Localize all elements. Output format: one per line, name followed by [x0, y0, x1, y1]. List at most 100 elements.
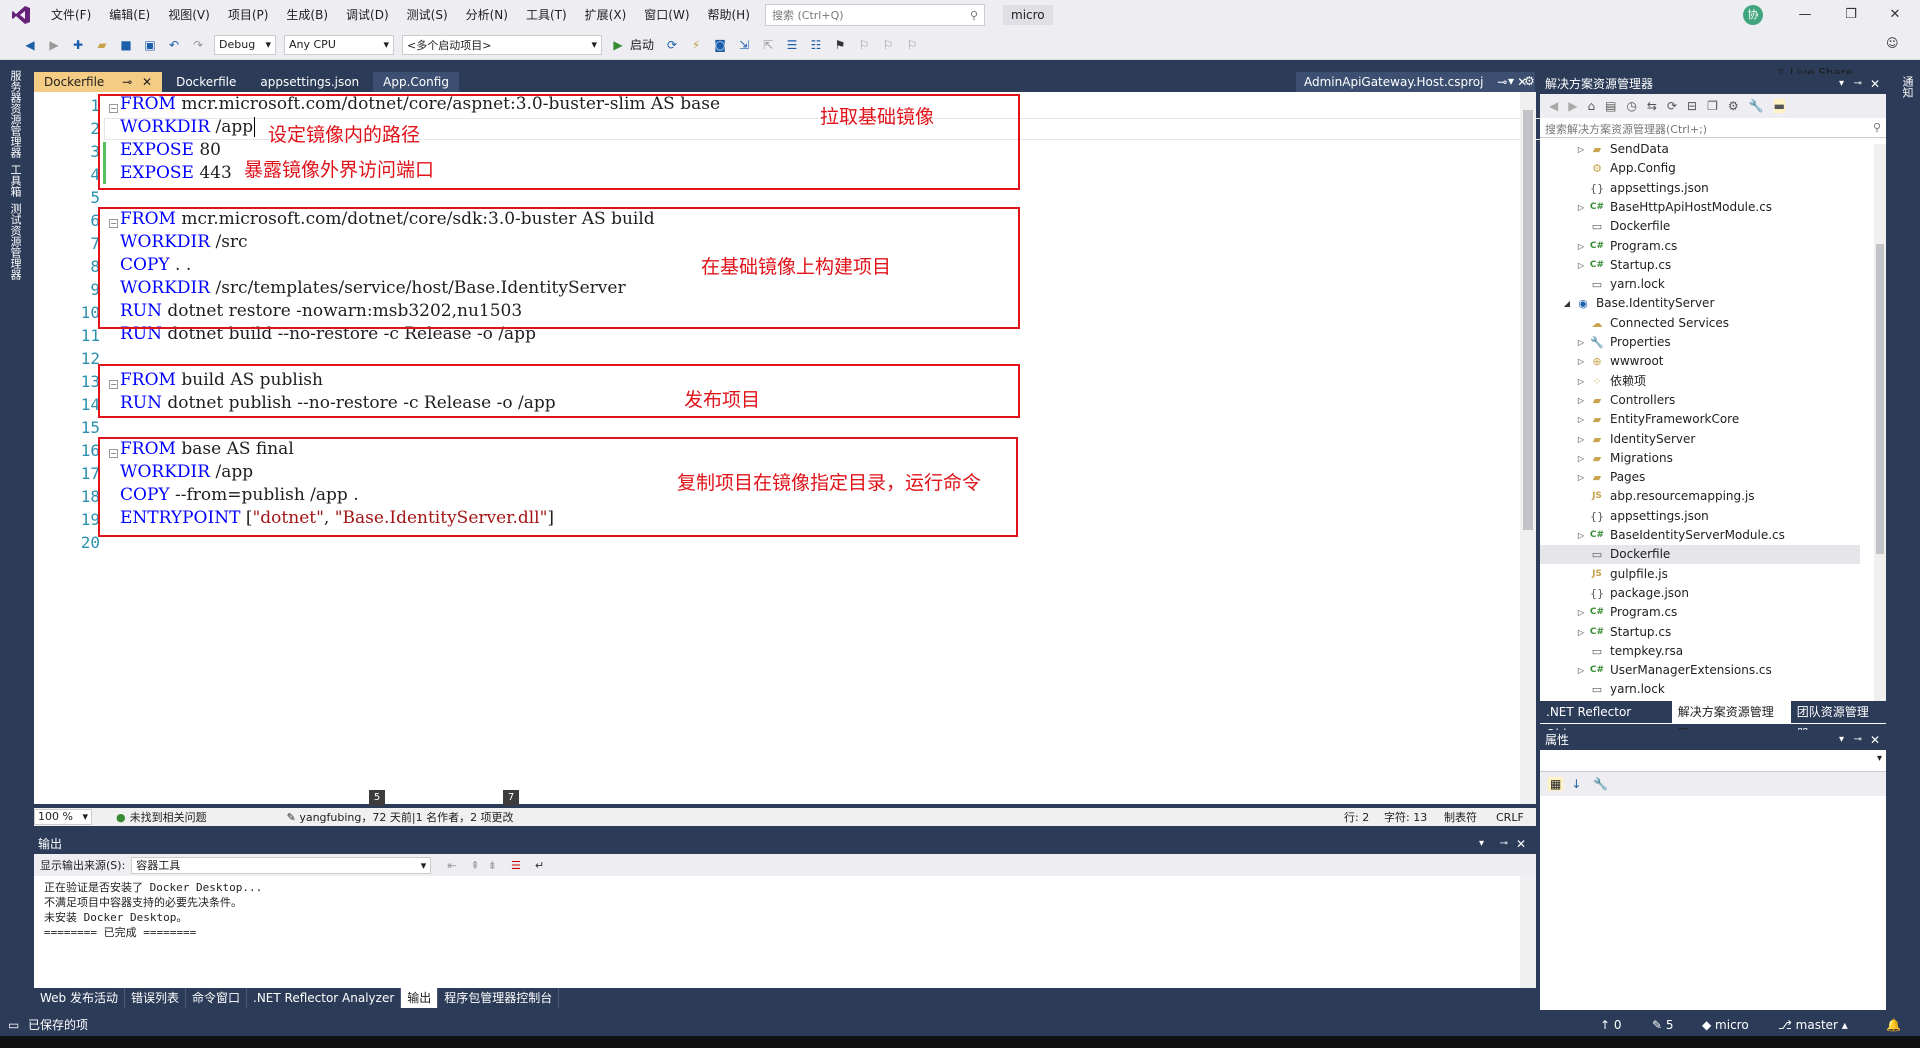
expand-arrow-icon[interactable]: ▷	[1574, 410, 1588, 429]
tab-command-window[interactable]: 命令窗口	[186, 988, 248, 1008]
close-icon[interactable]: ✕	[1870, 730, 1880, 750]
start-button[interactable]: 启动	[630, 36, 654, 53]
expand-arrow-icon[interactable]: ▷	[1574, 391, 1588, 410]
zoom-select[interactable]: 100 % ▾	[34, 809, 92, 825]
chevron-down-icon[interactable]: ▾	[1479, 834, 1484, 854]
repository[interactable]: ◆ micro	[1702, 1014, 1749, 1036]
expand-arrow-icon[interactable]: ▷	[1574, 256, 1588, 275]
wrench-icon[interactable]: 🔧	[1749, 99, 1764, 113]
tab-output[interactable]: 输出	[401, 988, 439, 1008]
show-all-files-icon[interactable]: ❐	[1707, 99, 1718, 113]
save-all-icon[interactable]: ▣	[140, 35, 160, 55]
expand-arrow-icon[interactable]: ▷	[1574, 430, 1588, 449]
feedback-icon[interactable]: ☺	[1886, 36, 1899, 50]
properties-object-select[interactable]: ▾	[1540, 750, 1886, 772]
branch[interactable]: ⎇ master ▴	[1778, 1014, 1848, 1036]
code-editor[interactable]: 1 2 3 4 5 6 7 8 9 10 11 12 13 14 15 16 1…	[34, 92, 1544, 804]
tree-item[interactable]: ▷ C# BaseHttpApiHostModule.cs	[1540, 198, 1860, 217]
line-ending[interactable]: CRLF	[1496, 811, 1524, 824]
tab-dockerfile[interactable]: Dockerfile	[166, 72, 246, 92]
play-icon[interactable]: ▶	[608, 35, 628, 55]
forward-icon[interactable]: ▶	[1568, 99, 1577, 113]
menu-extensions[interactable]: 扩展(X)	[576, 0, 636, 30]
menu-file[interactable]: 文件(F)	[42, 0, 100, 30]
redo-icon[interactable]: ↷	[188, 35, 208, 55]
pin-icon[interactable]: ⊸	[1854, 74, 1862, 94]
new-project-icon[interactable]: ✚	[68, 35, 88, 55]
expand-arrow-icon[interactable]: ▷	[1574, 449, 1588, 468]
chevron-down-icon[interactable]: ▾	[1839, 730, 1844, 750]
expand-arrow-icon[interactable]: ▷	[1574, 198, 1588, 217]
step-over-icon[interactable]: ⇱	[758, 35, 778, 55]
tree-item[interactable]: ▭ Dockerfile	[1540, 217, 1860, 236]
tree-item[interactable]: ▷ ⊕ wwwroot	[1540, 352, 1860, 371]
expand-arrow-icon[interactable]: ▷	[1574, 372, 1588, 391]
tab-package-manager-console[interactable]: 程序包管理器控制台	[438, 988, 560, 1008]
startup-project-select[interactable]: <多个启动项目> ▾	[402, 34, 602, 55]
scrollbar-thumb[interactable]	[1876, 244, 1884, 554]
expand-arrow-icon[interactable]: ▷	[1574, 526, 1588, 545]
expand-arrow-icon[interactable]: ▷	[1574, 352, 1588, 371]
next-message-icon[interactable]: ⇟	[488, 859, 497, 872]
switch-views-icon[interactable]: ▤	[1605, 99, 1616, 113]
tab-team-explorer[interactable]: 团队资源管理器	[1791, 701, 1886, 741]
prev-bookmark-icon[interactable]: ⚐	[854, 35, 874, 55]
forward-icon[interactable]: ▶	[44, 35, 64, 55]
tree-item[interactable]: ▷ C# Startup.cs	[1540, 256, 1860, 275]
close-icon[interactable]: ✕	[1870, 74, 1880, 94]
tree-item[interactable]: ▷ C# BaseIdentityServerModule.cs	[1540, 526, 1860, 545]
menu-build[interactable]: 生成(B)	[277, 0, 337, 30]
find-message-icon[interactable]: ⇤	[447, 859, 456, 872]
tab-appsettings[interactable]: appsettings.json	[250, 72, 369, 92]
tree-item[interactable]: ▷ ▰ SendData	[1540, 140, 1860, 159]
scrollbar-thumb[interactable]	[1523, 110, 1533, 530]
menu-debug[interactable]: 调试(D)	[337, 0, 398, 30]
clear-bookmarks-icon[interactable]: ⚐	[902, 35, 922, 55]
close-icon[interactable]: ✕	[142, 75, 152, 89]
collapse-all-icon[interactable]: ⊟	[1687, 99, 1697, 113]
tree-item[interactable]: ▷ ▰ IdentityServer	[1540, 430, 1860, 449]
indent-mode[interactable]: 制表符	[1444, 809, 1477, 825]
settings-icon[interactable]: ⚙	[1524, 74, 1535, 88]
expand-arrow-icon[interactable]: ▷	[1574, 603, 1588, 622]
tree-item[interactable]: ◢ ◉ Base.IdentityServer	[1540, 294, 1860, 313]
tree-item[interactable]: ▭ yarn.lock	[1540, 680, 1860, 699]
menu-test[interactable]: 测试(S)	[398, 0, 457, 30]
preview-icon[interactable]: ▬	[1773, 99, 1785, 113]
server-explorer-tab[interactable]: 服务器资源管理器	[7, 70, 23, 158]
history-icon[interactable]: ◷	[1626, 99, 1636, 113]
sync-icon[interactable]: ⇆	[1647, 99, 1657, 113]
tree-item[interactable]: JS abp.resourcemapping.js	[1540, 487, 1860, 506]
platform-select[interactable]: Any CPU ▾	[284, 34, 394, 55]
issues-status[interactable]: 未找到相关问题	[130, 809, 207, 825]
menu-help[interactable]: 帮助(H)	[699, 0, 759, 30]
tree-item[interactable]: ▷ 🔧 Properties	[1540, 333, 1860, 352]
tab-admin-api-gateway[interactable]: AdminApiGateway.Host.csproj ⊸ ✕	[1296, 72, 1536, 92]
menu-tools[interactable]: 工具(T)	[517, 0, 576, 30]
menu-analyze[interactable]: 分析(N)	[457, 0, 517, 30]
back-icon[interactable]: ◀	[20, 35, 40, 55]
menu-project[interactable]: 项目(P)	[219, 0, 278, 30]
close-button[interactable]: ✕	[1880, 4, 1910, 26]
tree-item[interactable]: ▷ ▰ Controllers	[1540, 391, 1860, 410]
toolbox-tab[interactable]: 工具箱	[7, 164, 23, 197]
notification-bell-icon[interactable]: 🔔	[1886, 1014, 1901, 1036]
alphabetical-icon[interactable]: ↓	[1571, 777, 1581, 791]
hot-reload-icon[interactable]: ⚡	[686, 35, 706, 55]
expand-arrow-icon[interactable]: ▷	[1574, 623, 1588, 642]
notifications-tab[interactable]: 通知	[1899, 76, 1915, 98]
tree-item[interactable]: ▷ C# Program.cs	[1540, 603, 1860, 622]
refresh-icon[interactable]: ⟳	[662, 35, 682, 55]
tab-reflector-analyzer[interactable]: .NET Reflector Analyzer	[247, 988, 402, 1008]
indent-icon[interactable]: ☰	[782, 35, 802, 55]
properties-icon[interactable]: ⚙	[1728, 99, 1739, 113]
refresh-icon[interactable]: ⟳	[1667, 99, 1677, 113]
clear-all-icon[interactable]: ☰	[511, 859, 521, 872]
prev-message-icon[interactable]: ⇞	[471, 859, 480, 872]
save-icon[interactable]: ■	[116, 35, 136, 55]
changes-count[interactable]: ✎ 5	[1652, 1014, 1674, 1036]
tree-item[interactable]: ▷ ▰ EntityFrameworkCore	[1540, 410, 1860, 429]
open-folder-icon[interactable]: ▰	[92, 35, 112, 55]
word-wrap-icon[interactable]: ↵	[535, 859, 544, 872]
bookmark-icon[interactable]: ⚑	[830, 35, 850, 55]
